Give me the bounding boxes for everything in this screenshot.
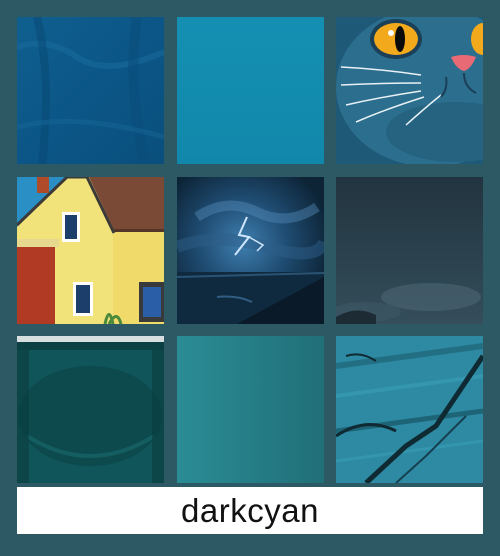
tile-yellow-house[interactable] — [17, 177, 164, 324]
caption-label: darkcyan — [17, 487, 483, 534]
tile-lightning-storm[interactable] — [177, 177, 324, 324]
tile-teal-mug[interactable] — [17, 336, 164, 483]
dark-fog-image — [336, 177, 483, 324]
tile-blue-cat[interactable] — [336, 17, 483, 164]
teal-gradient-image — [177, 336, 324, 483]
blue-cat-image — [336, 17, 483, 164]
teal-solid-image — [177, 17, 324, 164]
lightning-storm-image — [177, 177, 324, 324]
tile-teal-solid[interactable] — [177, 17, 324, 164]
tile-dark-fog[interactable] — [336, 177, 483, 324]
blue-fabric-image — [17, 17, 164, 164]
teal-mug-image — [17, 336, 164, 483]
teal-wood-image — [336, 336, 483, 483]
tile-blue-fabric[interactable] — [17, 17, 164, 164]
tile-teal-gradient[interactable] — [177, 336, 324, 483]
yellow-house-image — [17, 177, 164, 324]
tile-teal-wood[interactable] — [336, 336, 483, 483]
image-grid-card: darkcyan — [0, 0, 500, 556]
